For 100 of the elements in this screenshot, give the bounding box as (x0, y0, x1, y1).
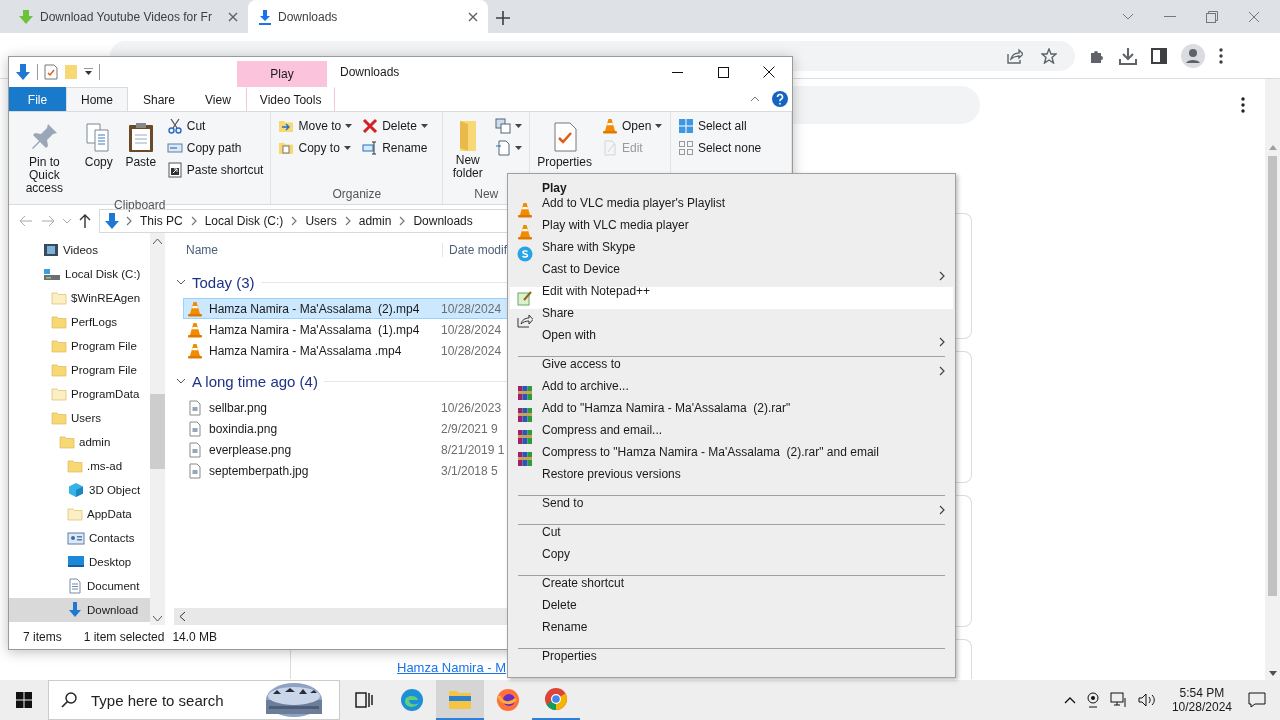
menu-item[interactable]: Edit with Notepad++ (510, 287, 953, 309)
ribbon-button[interactable]: Open (598, 115, 666, 137)
nav-item[interactable]: Videos (9, 238, 150, 262)
menu-item[interactable]: Add to archive... (510, 382, 953, 404)
search-field[interactable] (793, 86, 980, 124)
network-icon[interactable] (1109, 692, 1128, 708)
nav-item[interactable]: Document (9, 574, 150, 598)
menu-item[interactable]: Compress to "Hamza Namira - Ma'Assalama (2).rar" and email (510, 448, 953, 470)
menu-item[interactable]: Create shortcut (510, 579, 953, 601)
ribbon-tab[interactable]: Home (66, 87, 128, 111)
scrollbar[interactable] (1265, 79, 1280, 680)
taskbar-search-bar[interactable]: Type here to search (48, 680, 340, 720)
side-panel-icon[interactable] (1151, 47, 1167, 64)
collapse-icon[interactable] (750, 96, 760, 102)
chevron-down-icon[interactable] (176, 378, 186, 384)
scrollbar-thumb[interactable] (1268, 156, 1277, 596)
minimize-icon[interactable] (671, 71, 683, 73)
restore-icon[interactable] (1206, 11, 1218, 23)
ribbon-button[interactable]: Pin to Quick access (13, 115, 76, 197)
plus-icon[interactable] (496, 11, 510, 25)
ribbon-tab[interactable]: View (190, 87, 246, 111)
ribbon-button[interactable]: Paste shortcut (163, 159, 267, 181)
up-arrow-icon[interactable] (79, 214, 91, 228)
menu-item[interactable]: Open with (510, 331, 953, 353)
group-header[interactable]: A long time ago (4) (192, 372, 318, 390)
ribbon-button[interactable]: Copy to (275, 137, 356, 159)
column-header[interactable]: Name (174, 243, 443, 257)
nav-item[interactable]: .ms-ad (9, 454, 150, 478)
ribbon-button[interactable]: Delete (359, 115, 431, 137)
taskbar-app[interactable] (436, 680, 484, 720)
scroll-down-icon[interactable] (1268, 671, 1277, 676)
menu-item[interactable]: Cut (510, 528, 953, 550)
ribbon-tab[interactable]: Share (128, 87, 191, 111)
volume-icon[interactable] (1137, 692, 1156, 708)
download-icon[interactable] (1119, 46, 1137, 65)
group-header[interactable]: Today (3) (192, 273, 255, 291)
nav-item[interactable]: Program File (9, 358, 150, 382)
menu-item[interactable]: Give access to (510, 360, 953, 382)
nav-item[interactable]: admin (9, 430, 150, 454)
scroll-up-icon[interactable] (153, 239, 162, 244)
menu-item[interactable]: Compress and email... (510, 426, 953, 448)
ribbon-button[interactable]: Paste (121, 115, 160, 171)
menu-item[interactable]: Cast to Device (510, 265, 953, 287)
column-header[interactable]: Date modif (443, 243, 508, 257)
nav-item[interactable]: PerfLogs (9, 310, 150, 334)
breadcrumb[interactable]: admin (356, 214, 394, 228)
ribbon-button[interactable]: Copy (79, 115, 118, 171)
checked-document-icon[interactable] (44, 64, 58, 80)
caret-icon[interactable] (84, 68, 93, 76)
file-link[interactable]: Hamza Namira - M (397, 660, 507, 675)
scroll-left-icon[interactable] (180, 612, 185, 621)
scrollbar[interactable] (150, 233, 165, 625)
close-icon[interactable] (468, 11, 478, 22)
maximize-icon[interactable] (717, 66, 729, 78)
menu-item[interactable]: Add to "Hamza Namira - Ma'Assalama (2).rar" (510, 404, 953, 426)
ribbon-button[interactable]: Cut (163, 115, 267, 137)
share-icon[interactable] (1007, 47, 1023, 64)
notification-icon[interactable] (1248, 692, 1266, 708)
help-icon[interactable] (772, 91, 788, 107)
menu-item[interactable]: Rename (510, 623, 953, 645)
nav-item[interactable]: $WinREAgen (9, 286, 150, 310)
nav-item[interactable]: Download (9, 598, 150, 622)
ribbon-button[interactable]: Select all (674, 115, 765, 137)
chevron-up-icon[interactable] (1063, 696, 1076, 704)
search-field[interactable]: Type here to search (89, 690, 253, 710)
browser-tab[interactable]: Downloads (248, 0, 488, 33)
star-icon[interactable] (1041, 47, 1057, 64)
nav-item[interactable]: Local Disk (C:) (9, 262, 150, 286)
ribbon-button[interactable]: New folder (447, 115, 489, 182)
more-icon[interactable] (1219, 47, 1223, 64)
menu-item[interactable]: Properties (510, 652, 953, 674)
nav-item[interactable]: Program File (9, 334, 150, 358)
breadcrumb[interactable]: This PC (138, 214, 185, 228)
nav-item[interactable]: Users (9, 406, 150, 430)
menu-item[interactable]: Play (510, 177, 953, 199)
menu-item[interactable]: Share with Skype (510, 243, 953, 265)
chevron-down-icon[interactable] (1122, 13, 1134, 21)
close-icon[interactable] (763, 66, 775, 78)
menu-item[interactable]: Restore previous versions (510, 470, 953, 492)
download-arrow-icon[interactable] (15, 63, 31, 81)
browser-tab[interactable]: Download Youtube Videos for Fr (8, 0, 248, 33)
webcam-icon[interactable] (1085, 692, 1100, 708)
breadcrumb[interactable]: Local Disk (C:) (202, 214, 286, 228)
menu-item[interactable]: Delete (510, 601, 953, 623)
ribbon-button[interactable]: Copy path (163, 137, 267, 159)
ribbon-button[interactable]: Move to (275, 115, 356, 137)
ribbon-button[interactable]: Rename (359, 137, 431, 159)
nav-item[interactable]: ProgramData (9, 382, 150, 406)
avatar-icon[interactable] (1181, 43, 1205, 68)
nav-item[interactable]: Contacts (9, 526, 150, 550)
more-icon[interactable] (1241, 97, 1245, 113)
nav-item[interactable]: Desktop (9, 550, 150, 574)
chevron-down-icon[interactable] (176, 279, 186, 285)
scrollbar-thumb[interactable] (150, 394, 165, 469)
breadcrumb[interactable]: Users (303, 214, 339, 228)
breadcrumb[interactable]: Downloads (411, 214, 475, 228)
ribbon-button[interactable]: Select none (674, 137, 765, 159)
menu-item[interactable]: Copy (510, 550, 953, 572)
scroll-down-icon[interactable] (153, 616, 162, 621)
ribbon-tab[interactable]: File (9, 87, 66, 111)
